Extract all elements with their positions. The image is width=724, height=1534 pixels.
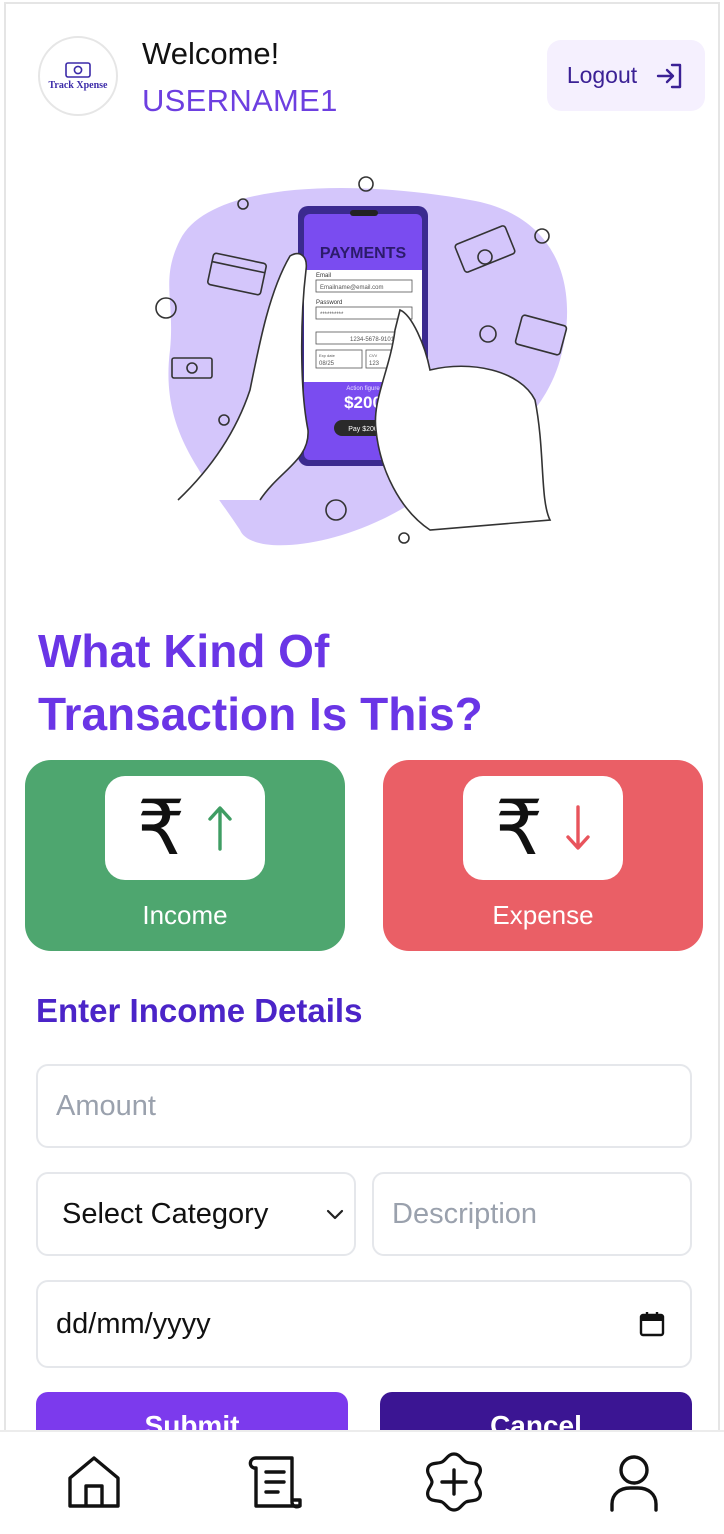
app-logo: Track Xpense: [38, 36, 118, 116]
arrow-up-icon: [208, 806, 232, 851]
calendar-icon[interactable]: [638, 1310, 666, 1338]
category-select[interactable]: Select Category: [36, 1172, 356, 1256]
card-number: 1234-5678-9101: [350, 337, 395, 343]
income-label: Income: [142, 900, 228, 930]
logout-button[interactable]: Logout: [547, 40, 705, 111]
money-icon: [65, 61, 91, 78]
arrow-down-icon: [566, 805, 590, 850]
welcome-text: Welcome!: [142, 36, 280, 71]
amount-label: Action figure: [346, 386, 380, 392]
nav-home[interactable]: [62, 1450, 126, 1514]
nav-transactions[interactable]: [242, 1450, 306, 1514]
income-option[interactable]: ₹ Income: [25, 760, 345, 951]
transaction-type-question: What Kind Of Transaction Is This?: [38, 620, 598, 746]
expense-label: Expense: [492, 900, 594, 930]
user-icon: [610, 1455, 658, 1512]
receipt-icon: [248, 1456, 302, 1509]
email-value: Emailname@email.com: [320, 285, 383, 291]
category-value: Select Category: [62, 1197, 269, 1230]
question-line-1: What Kind Of: [38, 625, 330, 677]
home-icon: [68, 1456, 120, 1508]
username-text: USERNAME1: [142, 83, 338, 118]
payments-title: PAYMENTS: [320, 245, 407, 262]
expiry-label: Exp date: [319, 353, 336, 358]
email-label: Email: [316, 273, 331, 279]
form-title: Enter Income Details: [36, 992, 363, 1029]
expiry-value: 08/25: [319, 361, 335, 367]
password-label: Password: [316, 300, 342, 306]
nav-add[interactable]: [422, 1450, 486, 1514]
chevron-down-icon: [326, 1209, 344, 1220]
bottom-navigation: [0, 1430, 724, 1534]
date-value: dd/mm/yyyy: [56, 1307, 211, 1340]
rupee-icon: ₹: [494, 783, 544, 872]
pay-button-text: Pay $200: [348, 426, 378, 433]
date-input[interactable]: dd/mm/yyyy: [36, 1280, 692, 1368]
cvv-label: CVV: [369, 353, 378, 358]
description-input[interactable]: Description: [372, 1172, 692, 1256]
add-icon: [426, 1452, 482, 1512]
income-icon-box: ₹: [105, 776, 265, 880]
cvv-value: 123: [369, 361, 380, 367]
nav-profile[interactable]: [602, 1450, 666, 1514]
password-value: **********: [320, 312, 344, 318]
rupee-icon: ₹: [136, 783, 186, 872]
logo-text: Track Xpense: [48, 79, 108, 91]
payment-illustration: PAYMENTS Email Emailname@email.com Passw…: [155, 176, 568, 546]
logout-label: Logout: [566, 62, 638, 88]
amount-placeholder: Amount: [56, 1089, 156, 1122]
expense-icon-box: ₹: [463, 776, 623, 880]
description-placeholder: Description: [392, 1197, 538, 1230]
amount-input[interactable]: Amount: [36, 1064, 692, 1148]
question-line-2: Transaction Is This?: [38, 688, 483, 740]
expense-option[interactable]: ₹ Expense: [383, 760, 703, 951]
logout-icon: [656, 63, 682, 88]
